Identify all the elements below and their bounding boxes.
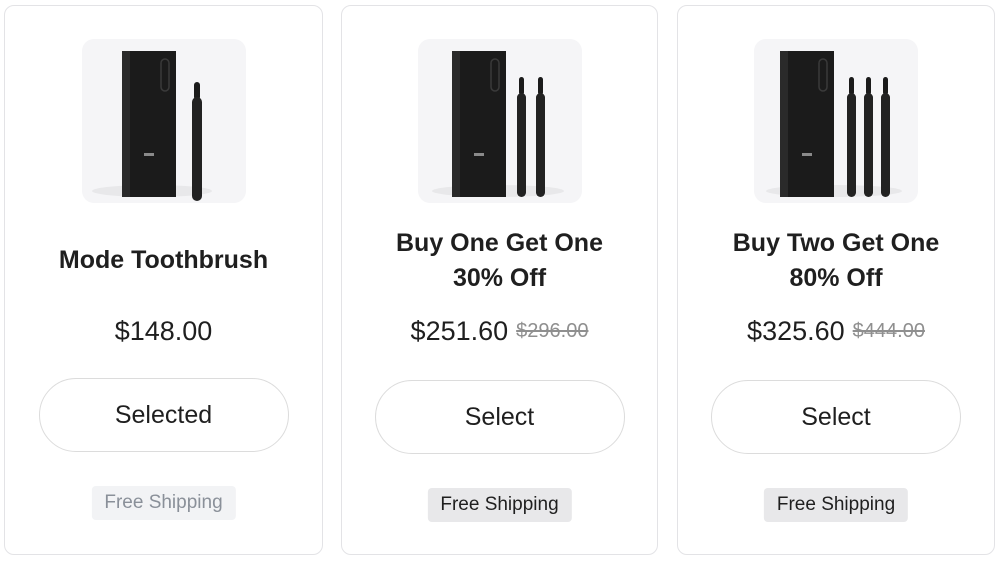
product-title: Mode Toothbrush xyxy=(58,246,269,274)
product-card-mode-toothbrush[interactable]: Mode Toothbrush $148.00 Selected Free Sh… xyxy=(4,5,323,555)
product-title: Buy Two Get One 80% Off xyxy=(732,229,940,292)
selected-button[interactable]: Selected xyxy=(38,378,289,452)
free-shipping-badge: Free Shipping xyxy=(763,488,909,522)
product-image xyxy=(81,39,246,203)
price-row: $325.60 $444.00 xyxy=(678,316,994,347)
free-shipping-badge: Free Shipping xyxy=(427,488,572,522)
free-shipping-badge: Free Shipping xyxy=(91,486,236,520)
product-title: Buy One Get One 30% Off xyxy=(396,229,603,292)
product-image xyxy=(754,39,918,203)
product-card-bogo-30[interactable]: Buy One Get One 30% Off $251.60 $296.00 S… xyxy=(341,5,658,555)
product-image xyxy=(417,39,582,203)
product-card-b2g1-80[interactable]: Buy Two Get One 80% Off $325.60 $444.00 S… xyxy=(677,5,995,555)
compare-at-price: $444.00 xyxy=(852,320,925,342)
price-row: $251.60 $296.00 xyxy=(342,316,657,347)
select-button[interactable]: Select xyxy=(711,380,961,454)
price-row: $148.00 xyxy=(5,316,322,347)
product-price: $251.60 xyxy=(410,316,509,346)
product-price: $325.60 xyxy=(747,316,845,346)
select-button[interactable]: Select xyxy=(374,380,625,454)
product-price: $148.00 xyxy=(114,316,213,346)
compare-at-price: $296.00 xyxy=(516,320,589,342)
